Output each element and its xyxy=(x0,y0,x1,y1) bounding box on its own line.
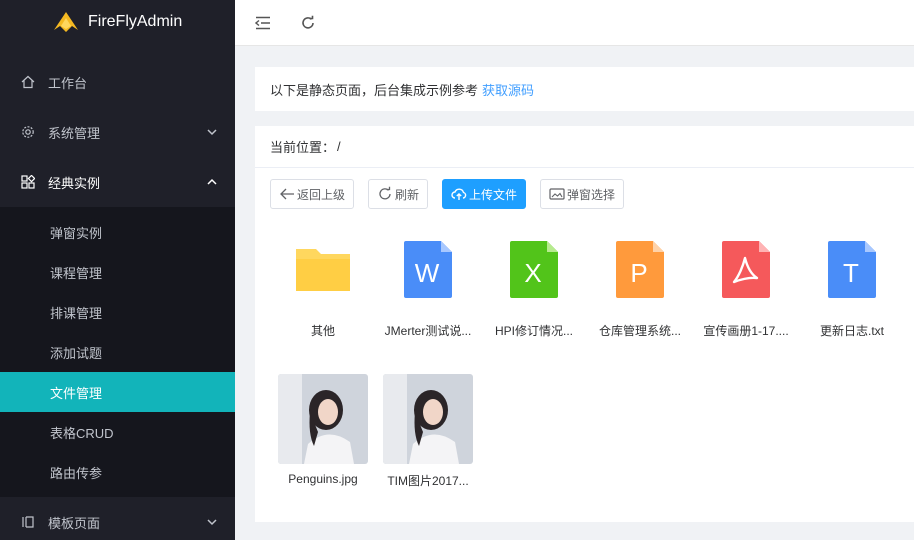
sidebar-item-label: 模板页面 xyxy=(48,515,101,531)
sidebar-item-templates[interactable]: 模板页面 xyxy=(0,502,235,540)
chevron-down-icon xyxy=(207,129,217,136)
breadcrumb-label: 当前位置： xyxy=(270,140,336,155)
svg-text:T: T xyxy=(843,258,859,288)
image-thumbnail xyxy=(383,374,473,464)
arrow-left-icon xyxy=(280,188,294,200)
sidebar-subitem-route-params[interactable]: 路由传参 xyxy=(0,452,235,492)
sidebar-subitem-label: 路由传参 xyxy=(50,465,103,481)
top-header xyxy=(235,0,914,46)
refresh-icon[interactable] xyxy=(298,13,318,33)
text-file-icon: T xyxy=(804,224,900,314)
refresh-icon xyxy=(379,186,391,200)
sidebar-item-label: 经典实例 xyxy=(48,175,101,191)
sidebar-subitem-label: 表格CRUD xyxy=(50,425,114,441)
sidebar-subitem-files[interactable]: 文件管理 xyxy=(0,372,235,412)
file-name: 更新日志.txt xyxy=(819,324,884,338)
image-thumbnail xyxy=(278,374,368,464)
breadcrumb: 当前位置： / xyxy=(255,126,914,168)
upload-button[interactable]: 上传文件 xyxy=(442,179,527,209)
dialog-select-label: 弹窗选择 xyxy=(567,187,616,202)
sidebar: FireFlyAdmin 工作台 系统管理 经典实例 弹窗实例 课程管理 排课管… xyxy=(0,0,235,540)
file-name: 仓库管理系统... xyxy=(598,324,681,338)
back-button[interactable]: 返回上级 xyxy=(270,179,355,209)
image-icon xyxy=(549,188,565,200)
file-item[interactable]: 宣传画册1-17.... xyxy=(698,224,794,339)
sidebar-item-examples[interactable]: 经典实例 xyxy=(0,162,235,202)
app-title: FireFlyAdmin xyxy=(88,13,183,30)
cloud-upload-icon xyxy=(451,188,467,200)
toolbar: 返回上级 刷新 上传文件 弹窗选择 xyxy=(270,179,625,209)
file-item[interactable]: 其他 xyxy=(275,224,371,339)
file-item[interactable]: P 仓库管理系统... xyxy=(592,224,688,339)
file-name: 宣传画册1-17.... xyxy=(703,324,789,338)
refresh-button[interactable]: 刷新 xyxy=(368,179,429,209)
file-name: Penguins.jpg xyxy=(288,472,358,486)
sidebar-subitem-table-crud[interactable]: 表格CRUD xyxy=(0,412,235,452)
chevron-up-icon xyxy=(207,178,217,185)
sidebar-subitem-label: 排课管理 xyxy=(50,305,103,321)
breadcrumb-path[interactable]: / xyxy=(337,139,341,154)
upload-label: 上传文件 xyxy=(469,187,518,202)
back-label: 返回上级 xyxy=(297,187,346,202)
notice-text: 以下是静态页面，后台集成示例参考 xyxy=(270,82,479,98)
svg-text:P: P xyxy=(630,258,647,288)
sidebar-subitem-label: 文件管理 xyxy=(50,385,103,401)
word-file-icon: W xyxy=(380,224,476,314)
svg-text:W: W xyxy=(415,258,440,288)
sidebar-subitem-label: 课程管理 xyxy=(50,265,103,281)
file-name: TIM图片2017... xyxy=(387,474,469,488)
grid-icon xyxy=(20,174,36,190)
template-icon xyxy=(20,514,36,530)
file-name: 其他 xyxy=(310,324,335,338)
sidebar-item-label: 系统管理 xyxy=(48,125,101,141)
sidebar-subitem-label: 弹窗实例 xyxy=(50,225,103,241)
sidebar-subitem-label: 添加试题 xyxy=(50,345,103,361)
gear-icon xyxy=(20,124,36,140)
source-link[interactable]: 获取源码 xyxy=(482,80,534,99)
chevron-down-icon xyxy=(207,519,217,526)
home-icon xyxy=(20,74,36,90)
file-item[interactable]: Penguins.jpg xyxy=(275,374,371,486)
sidebar-subitem-course[interactable]: 课程管理 xyxy=(0,252,235,292)
collapse-menu-icon[interactable] xyxy=(253,13,273,33)
logo: FireFlyAdmin xyxy=(0,0,235,44)
sidebar-subitem-add-question[interactable]: 添加试题 xyxy=(0,332,235,372)
sidebar-item-system[interactable]: 系统管理 xyxy=(0,112,235,152)
file-manager-card: 当前位置： / 返回上级 刷新 上传文件 弹窗选择 其他 W JMerter测试… xyxy=(255,126,914,522)
excel-file-icon: X xyxy=(486,224,582,314)
sidebar-item-label: 工作台 xyxy=(48,75,88,91)
file-item[interactable]: W JMerter测试说... xyxy=(380,224,476,339)
ppt-file-icon: P xyxy=(592,224,688,314)
svg-text:X: X xyxy=(524,258,541,288)
file-item[interactable]: T 更新日志.txt xyxy=(804,224,900,339)
file-item[interactable]: TIM图片2017... xyxy=(380,374,476,489)
notice-card: 以下是静态页面，后台集成示例参考 获取源码 xyxy=(255,67,914,111)
sidebar-item-dashboard[interactable]: 工作台 xyxy=(0,62,235,102)
dialog-select-button[interactable]: 弹窗选择 xyxy=(540,179,625,209)
folder-icon xyxy=(275,224,371,314)
sidebar-subitem-dialog[interactable]: 弹窗实例 xyxy=(0,212,235,252)
refresh-label: 刷新 xyxy=(395,187,420,202)
file-name: HPI修订情况... xyxy=(494,324,573,338)
sidebar-subitem-schedule[interactable]: 排课管理 xyxy=(0,292,235,332)
file-name: JMerter测试说... xyxy=(384,324,472,338)
file-item[interactable]: X HPI修订情况... xyxy=(486,224,582,339)
pdf-file-icon xyxy=(698,224,794,314)
firefly-logo-icon xyxy=(54,12,78,32)
